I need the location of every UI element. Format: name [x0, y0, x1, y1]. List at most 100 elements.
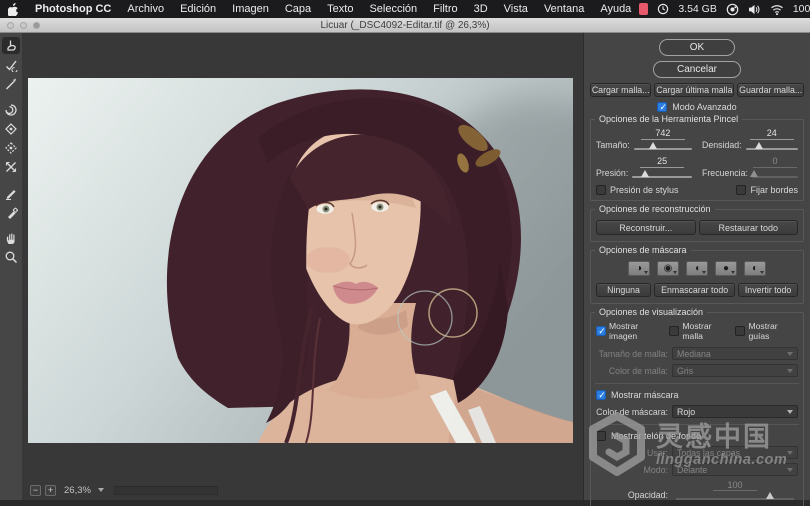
push-left-tool[interactable]	[2, 158, 20, 175]
freeze-mask-tool[interactable]	[2, 184, 20, 201]
view-options-group: Opciones de visualización Mostrar imagen…	[590, 307, 804, 506]
menu-ayuda[interactable]: Ayuda	[592, 3, 639, 15]
cargar-ltima-malla-button[interactable]: Cargar última malla	[654, 83, 735, 97]
guardar-malla-button[interactable]: Guardar malla...	[737, 83, 804, 97]
pin-edges-label: Fijar bordes	[750, 185, 798, 195]
show-mask-label: Mostrar máscara	[611, 390, 679, 400]
slider-value-field[interactable]: 742	[640, 128, 685, 140]
use-value: Todas las capas	[677, 447, 741, 458]
liquify-toolbar	[0, 33, 22, 500]
menubar-status: 3.54 GB 100 % Mar 01:14 Facundo Sciutto	[639, 3, 810, 16]
forward-warp-tool[interactable]	[2, 37, 20, 54]
pin-edges-checkbox[interactable]	[736, 185, 747, 195]
stylus-pressure-checkbox[interactable]	[596, 185, 606, 195]
slider-track[interactable]	[633, 142, 692, 152]
slider-value-field[interactable]: 0	[752, 156, 797, 168]
separator	[595, 424, 799, 425]
subtract-mask-mode-button[interactable]: ◖	[686, 261, 708, 276]
replace-mask-mode-icon: ◑	[635, 262, 643, 274]
cancel-button[interactable]: Cancelar	[653, 61, 741, 78]
mostrar-imagen-checkbox[interactable]	[596, 326, 607, 337]
mesh-color-value: Gris	[677, 365, 694, 376]
menu-photoshop-cc[interactable]: Photoshop CC	[27, 3, 119, 15]
zoom-in-button[interactable]: +	[45, 484, 56, 496]
intersect-mask-mode-button[interactable]: ●	[715, 261, 737, 276]
advanced-mode-checkbox[interactable]	[657, 102, 668, 113]
menu-vista[interactable]: Vista	[496, 3, 536, 15]
stylus-pressure-label: Presión de stylus	[610, 185, 679, 195]
menu-edici-n[interactable]: Edición	[172, 3, 224, 15]
reconstruct-tool[interactable]	[2, 56, 20, 73]
zoom-tool[interactable]	[2, 248, 20, 265]
zoom-dropdown-caret[interactable]	[97, 488, 104, 492]
cargar-malla-button[interactable]: Cargar malla...	[590, 83, 652, 97]
zoom-out-button[interactable]: −	[30, 484, 41, 496]
view-options-title: Opciones de visualización	[595, 307, 708, 317]
mostrar-malla-row: Mostrar malla	[669, 321, 731, 341]
mostrar-gu-as-row: Mostrar guías	[735, 321, 798, 341]
hand-tool[interactable]	[2, 229, 20, 246]
show-backdrop-checkbox[interactable]	[596, 431, 606, 441]
opacity-value: 100	[713, 480, 757, 491]
ok-button[interactable]: OK	[659, 39, 735, 56]
slider-thumb[interactable]	[648, 142, 657, 149]
slider-label: Frecuencia:	[702, 168, 748, 178]
app-circle-icon[interactable]	[726, 3, 739, 16]
slider-thumb[interactable]	[750, 170, 759, 177]
menu-filtro[interactable]: Filtro	[425, 3, 465, 15]
horizontal-scrollbar[interactable]	[113, 485, 218, 495]
use-row: Usar: Todas las capas	[596, 446, 798, 459]
enmascarar-todo-button[interactable]: Enmascarar todo	[654, 283, 736, 297]
restaurar-todo-button[interactable]: Restaurar todo	[698, 220, 798, 235]
slider-value-field[interactable]: 25	[640, 156, 685, 168]
bloat-tool[interactable]	[2, 139, 20, 156]
chevron-down-icon	[673, 271, 677, 274]
invertir-todo-button[interactable]: Invertir todo	[738, 283, 798, 297]
clock-icon[interactable]	[657, 3, 669, 15]
menu-imagen[interactable]: Imagen	[224, 3, 277, 15]
menu-3d[interactable]: 3D	[466, 3, 496, 15]
show-mask-checkbox[interactable]	[596, 390, 607, 401]
replace-mask-mode-button[interactable]: ◑	[628, 261, 650, 276]
slider-track[interactable]	[632, 170, 692, 180]
brush-sliders: Tamaño: 742 Densidad: 24 Presión: 25 Frecuenci…	[596, 128, 798, 180]
mostrar-malla-checkbox[interactable]	[669, 326, 680, 336]
twirl-clockwise-tool[interactable]	[2, 101, 20, 118]
invert-mask-mode-icon: ◐	[751, 262, 759, 274]
smooth-tool[interactable]	[2, 75, 20, 92]
slider-track[interactable]	[745, 142, 798, 152]
zoom-level[interactable]: 26,3%	[64, 485, 91, 496]
slider-thumb[interactable]	[641, 170, 650, 177]
portrait-photo[interactable]	[28, 78, 573, 443]
menu-texto[interactable]: Texto	[319, 3, 361, 15]
mesh-size-select: Mediana	[672, 347, 798, 360]
use-label: Usar:	[646, 447, 668, 458]
menu-archivo[interactable]: Archivo	[119, 3, 172, 15]
slider-value-field[interactable]: 24	[749, 128, 794, 140]
mesh-size-label: Tamaño de malla:	[598, 348, 668, 359]
menu-capa[interactable]: Capa	[277, 3, 319, 15]
ninguna-button[interactable]: Ninguna	[596, 283, 652, 297]
color-swatch-icon[interactable]	[639, 3, 649, 15]
slider-thumb[interactable]	[754, 142, 763, 149]
canvas-area[interactable]: − + 26,3%	[22, 33, 583, 500]
menu-selecci-n[interactable]: Selección	[361, 3, 425, 15]
mostrar-gu-as-checkbox[interactable]	[735, 326, 746, 336]
apple-icon[interactable]	[8, 2, 19, 16]
invert-mask-mode-button[interactable]: ◐	[744, 261, 766, 276]
pucker-tool[interactable]	[2, 120, 20, 137]
thaw-mask-tool[interactable]	[2, 203, 20, 220]
mostrar-imagen-label: Mostrar imagen	[609, 321, 639, 341]
mesh-color-select: Gris	[672, 364, 798, 377]
chevron-down-icon	[787, 409, 793, 414]
liquify-options-panel: OK Cancelar Cargar malla... Cargar última…	[583, 33, 810, 506]
slider-track[interactable]	[750, 170, 798, 180]
menu-ventana[interactable]: Ventana	[536, 3, 592, 15]
volume-icon[interactable]	[748, 4, 761, 15]
mask-color-select[interactable]: Rojo	[672, 405, 798, 418]
add-mask-mode-button[interactable]: ◉	[657, 261, 679, 276]
mesh-color-row: Color de malla: Gris	[596, 364, 798, 377]
reconstruir-button[interactable]: Reconstruir...	[596, 220, 696, 235]
wifi-icon[interactable]	[770, 4, 784, 15]
slider-densidad: Densidad: 24	[702, 128, 798, 152]
